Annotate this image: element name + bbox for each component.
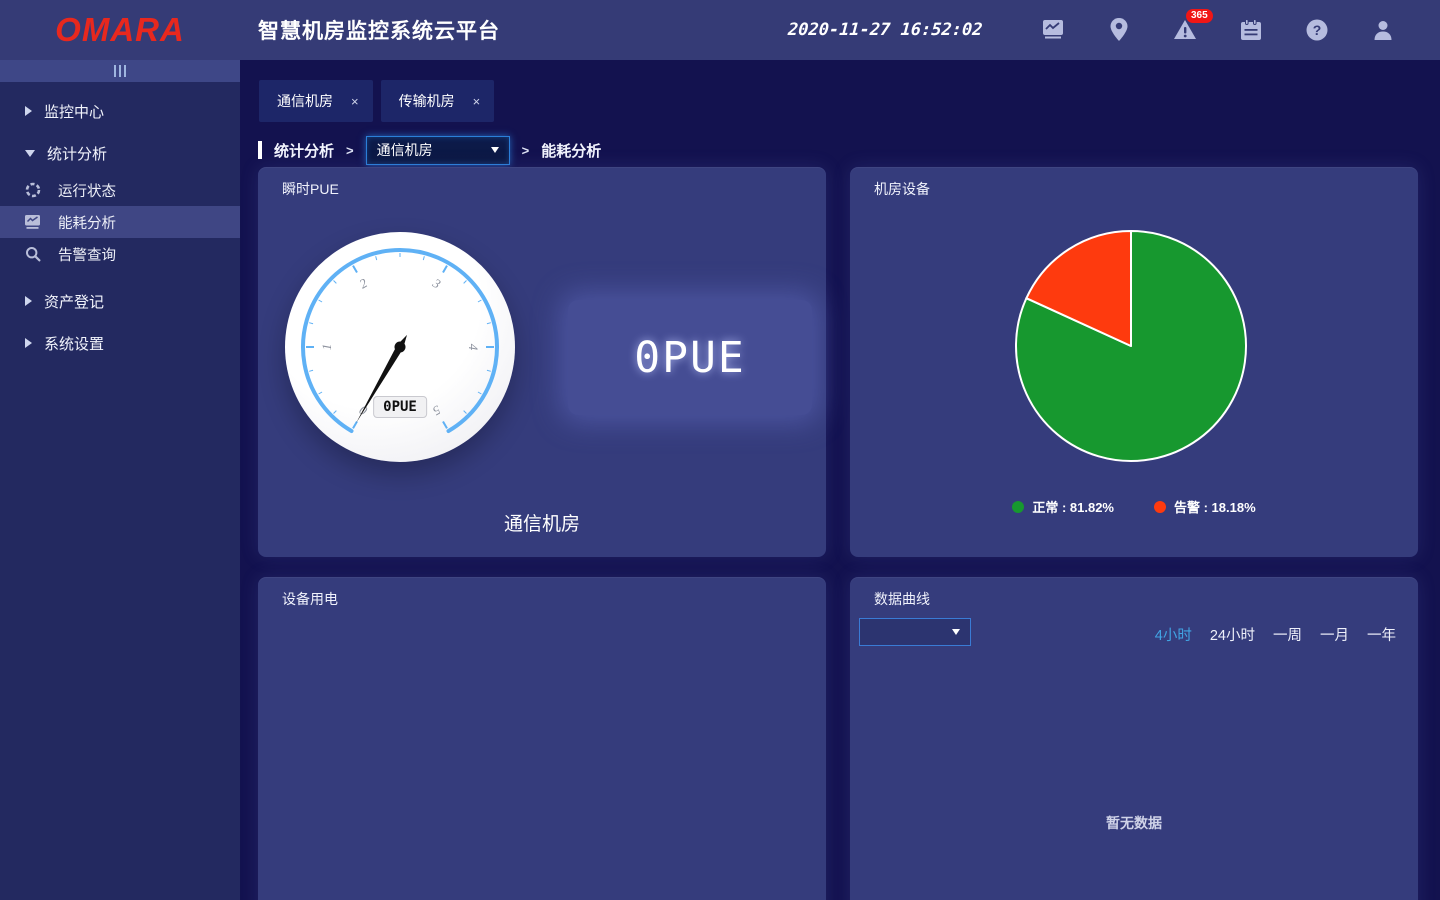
sidebar-item-label: 能耗分析 bbox=[58, 212, 116, 233]
tab-label: 通信机房 bbox=[277, 91, 333, 111]
logo-zone: OMARA bbox=[0, 11, 240, 49]
caret-right-icon bbox=[25, 338, 32, 348]
chevron-down-icon bbox=[952, 629, 960, 635]
tab-传输机房[interactable]: 传输机房 × bbox=[381, 80, 495, 122]
sidebar-item-label: 监控中心 bbox=[44, 101, 104, 122]
gauge-room-label: 通信机房 bbox=[258, 509, 826, 536]
pie-legend: 正常 : 81.82% 告警 : 18.18% bbox=[850, 497, 1418, 516]
panel-title: 机房设备 bbox=[874, 179, 930, 199]
chevron-down-icon bbox=[491, 147, 499, 153]
sidebar-item-system-settings[interactable]: 系统设置 bbox=[0, 322, 240, 364]
panel-title: 瞬时PUE bbox=[282, 179, 339, 199]
sidebar-item-statistics[interactable]: 统计分析 bbox=[0, 132, 240, 174]
svg-text:3: 3 bbox=[429, 275, 443, 292]
header-right: 2020-11-27 16:52:02 365 bbox=[788, 17, 1416, 43]
sidebar-item-label: 统计分析 bbox=[47, 143, 107, 164]
calendar-icon[interactable] bbox=[1238, 17, 1264, 43]
monitor-chart-icon[interactable] bbox=[1040, 17, 1066, 43]
svg-text:5: 5 bbox=[430, 403, 444, 419]
legend-label: 告警 : 18.18% bbox=[1174, 497, 1256, 516]
svg-text:1: 1 bbox=[319, 344, 334, 351]
breadcrumb-separator: > bbox=[522, 143, 530, 158]
omara-logo: OMARA bbox=[55, 11, 185, 49]
breadcrumb-accent-bar bbox=[258, 141, 262, 159]
caret-right-icon bbox=[25, 106, 32, 116]
page-title: 智慧机房监控系统云平台 bbox=[258, 15, 500, 45]
legend-item-正常[interactable]: 正常 : 81.82% bbox=[1012, 497, 1114, 516]
user-icon[interactable] bbox=[1370, 17, 1396, 43]
status-ring-icon bbox=[24, 182, 41, 199]
svg-text:?: ? bbox=[1313, 22, 1322, 38]
legend-dot-icon bbox=[1154, 501, 1166, 513]
gauge-value-chip: 0PUE bbox=[373, 396, 427, 418]
pue-gauge-svg: 012345 bbox=[285, 232, 515, 462]
caret-down-icon bbox=[25, 150, 35, 157]
range-24小时[interactable]: 24小时 bbox=[1210, 624, 1255, 645]
panel-instant-pue: 瞬时PUE 012345 0PUE 0PUE 通信机房 bbox=[258, 167, 826, 557]
breadcrumb-leaf: 能耗分析 bbox=[541, 140, 601, 161]
range-4小时[interactable]: 4小时 bbox=[1155, 624, 1192, 645]
panel-device-power: 设备用电 bbox=[258, 577, 826, 900]
sidebar-item-label: 运行状态 bbox=[58, 180, 116, 201]
app-header: OMARA 智慧机房监控系统云平台 2020-11-27 16:52:02 36… bbox=[0, 0, 1440, 60]
sidebar: 监控中心 统计分析 运行状态 bbox=[0, 60, 240, 900]
range-一年[interactable]: 一年 bbox=[1367, 624, 1396, 645]
close-icon[interactable]: × bbox=[473, 94, 481, 109]
sidebar-item-running-status[interactable]: 运行状态 bbox=[0, 174, 240, 206]
main-content: 通信机房×传输机房× 统计分析 > 通信机房 > 能耗分析 瞬时PUE 0123… bbox=[240, 60, 1440, 900]
sidebar-item-label: 资产登记 bbox=[44, 291, 104, 312]
help-icon[interactable]: ? bbox=[1304, 17, 1330, 43]
panel-data-curve: 数据曲线 4小时 24小时一周一月一年 暂无数据 bbox=[850, 577, 1418, 900]
tab-bar: 通信机房 × 传输机房 × bbox=[240, 60, 1440, 122]
close-icon[interactable]: × bbox=[351, 94, 359, 109]
room-select[interactable]: 通信机房 bbox=[366, 136, 510, 165]
panel-title: 设备用电 bbox=[282, 589, 338, 609]
svg-text:4: 4 bbox=[466, 344, 481, 351]
panel-room-devices: 机房设备 正常 : 81.82% 告警 : 18.18% bbox=[850, 167, 1418, 557]
location-pin-icon[interactable] bbox=[1106, 17, 1132, 43]
alarm-icon[interactable]: 365 bbox=[1172, 17, 1198, 43]
panel-title: 数据曲线 bbox=[874, 589, 930, 609]
range-filters: 4小时 24小时一周一月一年 bbox=[1155, 624, 1396, 645]
statistics-submenu: 运行状态 能耗分析 告 bbox=[0, 174, 240, 270]
breadcrumb-root: 统计分析 bbox=[274, 140, 334, 161]
datetime-display: 2020-11-27 16:52:02 bbox=[787, 20, 983, 40]
svg-text:2: 2 bbox=[357, 275, 371, 291]
sidebar-item-label: 告警查询 bbox=[58, 244, 116, 265]
sidebar-item-alarm-query[interactable]: 告警查询 bbox=[0, 238, 240, 270]
range-一周[interactable]: 一周 bbox=[1273, 624, 1302, 645]
devices-pie-svg bbox=[1011, 226, 1251, 466]
no-data-text: 暂无数据 bbox=[850, 813, 1418, 833]
caret-right-icon bbox=[25, 296, 32, 306]
room-select-value: 通信机房 bbox=[377, 140, 433, 160]
sidebar-item-monitor-center[interactable]: 监控中心 bbox=[0, 90, 240, 132]
legend-label: 正常 : 81.82% bbox=[1032, 497, 1114, 516]
breadcrumb-separator: > bbox=[346, 143, 354, 158]
sidebar-collapse-handle[interactable] bbox=[0, 60, 240, 82]
search-icon bbox=[24, 246, 41, 263]
sidebar-item-energy-analysis[interactable]: 能耗分析 bbox=[0, 206, 240, 238]
tab-label: 传输机房 bbox=[399, 91, 455, 111]
sidebar-item-asset-registration[interactable]: 资产登记 bbox=[0, 280, 240, 322]
alarm-badge: 365 bbox=[1186, 9, 1213, 23]
legend-dot-icon bbox=[1012, 501, 1024, 513]
breadcrumb: 统计分析 > 通信机房 > 能耗分析 bbox=[258, 135, 1440, 165]
pue-value-box: 0PUE bbox=[568, 300, 812, 415]
legend-item-告警[interactable]: 告警 : 18.18% bbox=[1154, 497, 1256, 516]
curve-metric-select[interactable] bbox=[859, 618, 971, 646]
sidebar-item-label: 系统设置 bbox=[44, 333, 104, 354]
range-一月[interactable]: 一月 bbox=[1320, 624, 1349, 645]
chart-icon bbox=[24, 214, 41, 231]
pue-value: 0PUE bbox=[634, 333, 746, 383]
tab-通信机房[interactable]: 通信机房 × bbox=[259, 80, 373, 122]
